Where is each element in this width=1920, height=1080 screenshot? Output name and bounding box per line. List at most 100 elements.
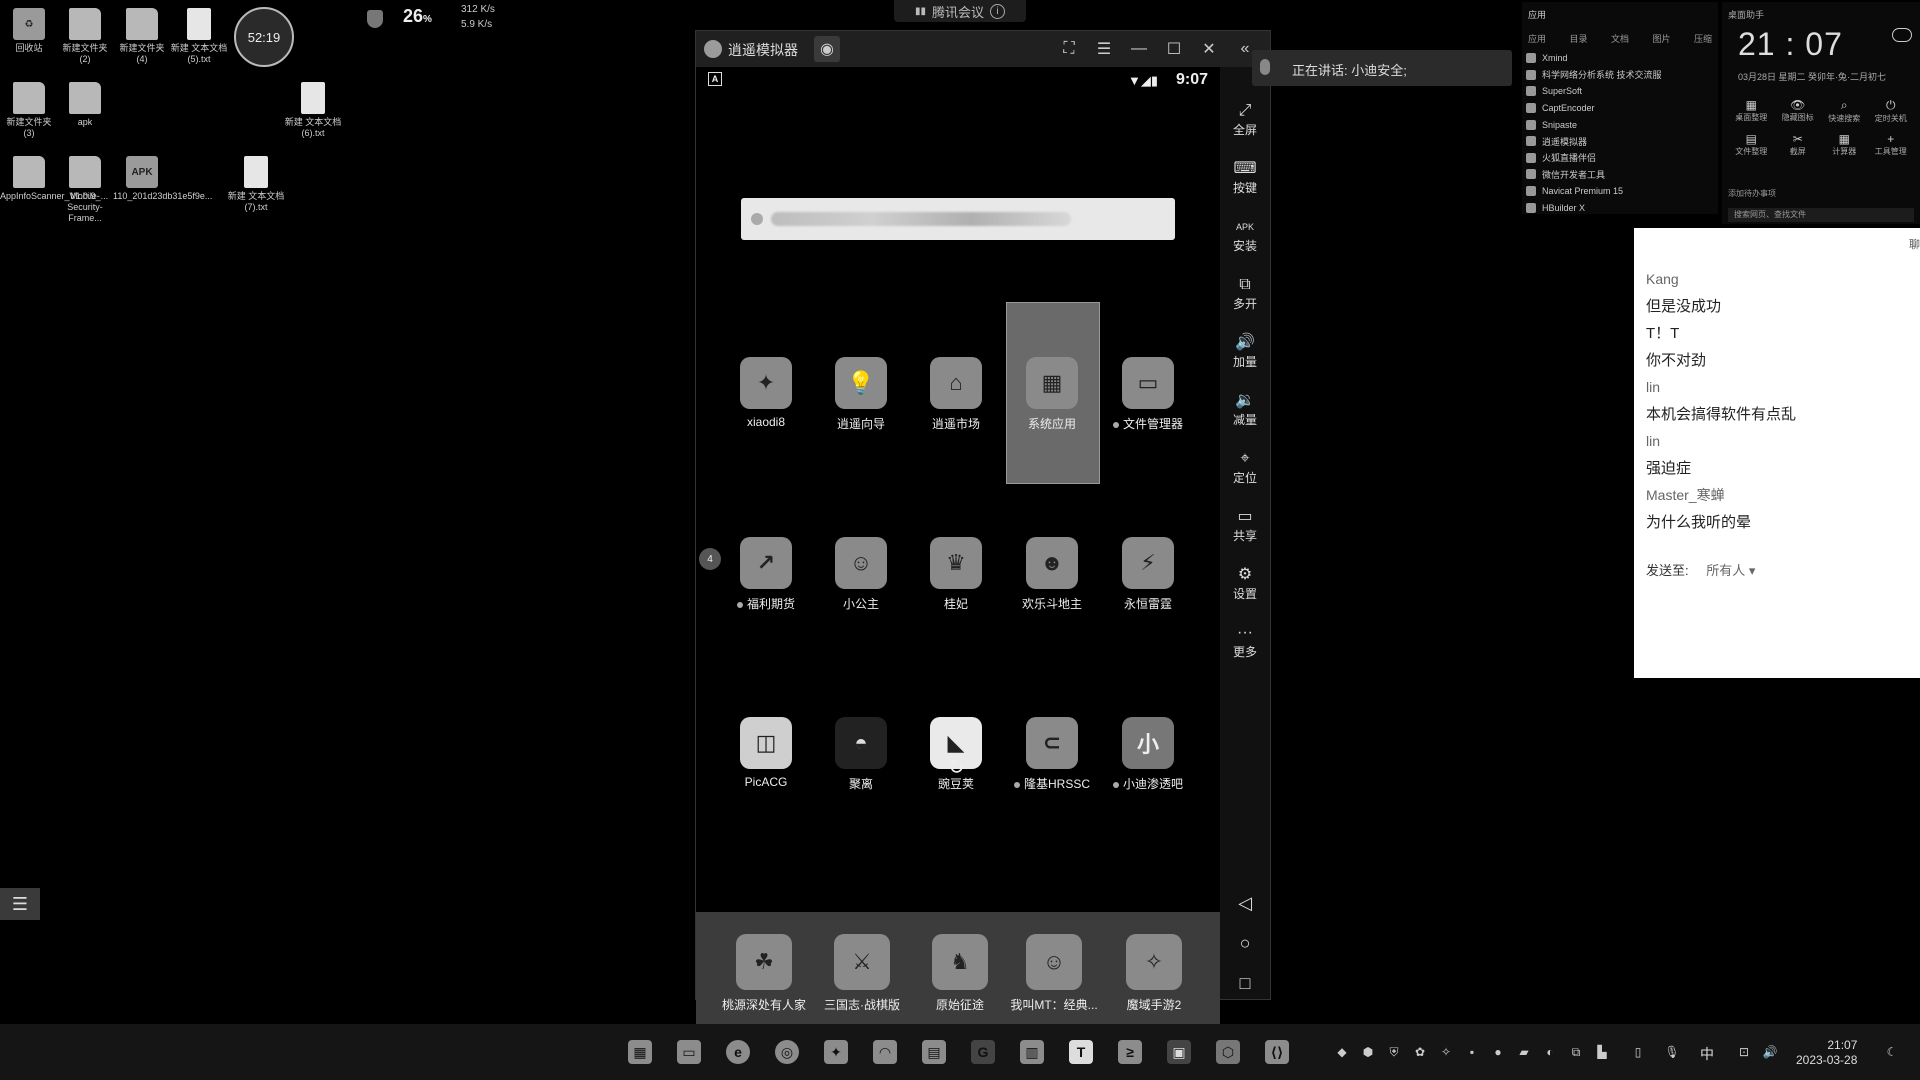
list-item[interactable]: HBuilder X	[1526, 199, 1662, 216]
page-indicator[interactable]: 4	[699, 548, 721, 570]
desktop-icon-file[interactable]: 新建 文本文档 (6).txt	[284, 82, 342, 139]
sidebar-settings[interactable]: ⚙ 设置	[1220, 565, 1270, 602]
taskbar-document-icon[interactable]: ▥	[1020, 1040, 1044, 1064]
sidebar-more[interactable]: ··· 更多	[1220, 623, 1270, 660]
list-item[interactable]: Snipaste	[1526, 116, 1662, 133]
list-item[interactable]: 科学网络分析系统 技术交流服	[1526, 67, 1662, 84]
dock-app-wojiaomt[interactable]: ☺ 我叫MT：经典...	[1006, 934, 1102, 1013]
nav-home-icon[interactable]: ○	[1220, 933, 1270, 954]
app-guifei[interactable]: ♛ 桂妃	[916, 537, 996, 612]
sidebar-volume-down[interactable]: 🔉 减量	[1220, 391, 1270, 428]
search-widget[interactable]	[741, 198, 1175, 240]
app-juli[interactable]: ◓ 聚离	[821, 717, 901, 792]
sidebar-multi-instance[interactable]: ⧉ 多开	[1220, 275, 1270, 312]
app-xiaoyao-guide[interactable]: 💡 逍遥向导	[821, 357, 901, 432]
refresh-icon[interactable]: ↻	[948, 755, 965, 780]
taskbar-typora-icon[interactable]: T	[1069, 1040, 1093, 1064]
tray-app-icon[interactable]: ◐	[1542, 1044, 1558, 1060]
nav-recents-icon[interactable]: □	[1220, 973, 1270, 994]
taskbar-app-manager-icon[interactable]: ▦	[628, 1040, 652, 1064]
desktop-icon-folder[interactable]: 新建文件夹 (3)	[0, 82, 58, 139]
app-picacg[interactable]: ◫ PicACG	[726, 717, 806, 789]
desktop-icon-file[interactable]: 新建 文本文档 (5).txt	[170, 8, 228, 65]
app-xiaodi8[interactable]: ✦ xiaodi8	[726, 357, 806, 429]
close-icon[interactable]: ✕	[1196, 36, 1222, 62]
tray-app-icon[interactable]: ▰	[1516, 1044, 1532, 1060]
app-eternal-thunder[interactable]: ⚡ 永恒雷霆	[1108, 537, 1188, 612]
taskbar-meeting-icon[interactable]: ◠	[873, 1040, 897, 1064]
chat-header-tab[interactable]: 聊	[1909, 236, 1920, 252]
desktop-icon-recycle-bin[interactable]: ♻ 回收站	[0, 8, 58, 54]
tab-folders[interactable]: 目录	[1569, 32, 1587, 45]
add-todo-link[interactable]: 添加待办事项	[1728, 188, 1776, 199]
taskbar-emulator-icon[interactable]: ⬡	[1216, 1040, 1240, 1064]
desktop-icon-folder[interactable]: 新建文件夹 (4)	[113, 8, 171, 65]
tray-network-icon[interactable]: ⊡	[1736, 1044, 1752, 1060]
desktop-icon-file[interactable]: 新建 文本文档 (7).txt	[227, 156, 285, 213]
timer-widget[interactable]: 52:19	[234, 7, 294, 67]
dock-app-yuanshi-zhengtu[interactable]: ♞ 原始征途	[914, 934, 1006, 1013]
send-to-dropdown[interactable]: 所有人 ▾	[1706, 563, 1755, 578]
list-item[interactable]: 微信开发者工具	[1526, 166, 1662, 183]
app-longi-hrssc[interactable]: ⊂ 隆基HRSSC	[1012, 717, 1092, 792]
sidebar-keymap[interactable]: ⌨ 按键	[1220, 159, 1270, 196]
tab-archives[interactable]: 压缩	[1694, 32, 1712, 45]
emulator-title-bar[interactable]: 逍遥模拟器 ◉ ⛶ ☰ — ☐ ✕ «	[696, 31, 1270, 67]
list-item[interactable]: SuperSoft	[1526, 83, 1662, 100]
app-doudizhu[interactable]: ☻ 欢乐斗地主	[1012, 537, 1092, 612]
tool-manage[interactable]: + 工具管理	[1868, 132, 1915, 157]
tool-file-organize[interactable]: ▤ 文件整理	[1728, 132, 1775, 157]
app-xiaoyao-market[interactable]: ⌂ 逍遥市场	[916, 357, 996, 432]
tray-shield-icon[interactable]: ⛨	[1386, 1044, 1402, 1060]
sidebar-volume-up[interactable]: 🔊 加量	[1220, 333, 1270, 370]
list-item[interactable]: CaptEncoder	[1526, 100, 1662, 117]
tray-app-icon[interactable]: ⧉	[1568, 1044, 1584, 1060]
tab-docs[interactable]: 文档	[1611, 32, 1629, 45]
tray-battery-icon[interactable]: ▯	[1630, 1044, 1646, 1060]
app-little-princess[interactable]: ☺ 小公主	[821, 537, 901, 612]
sidebar-install-apk[interactable]: APK 安装	[1220, 217, 1270, 254]
desktop-icon-folder[interactable]: AppInfoScanner_V1.0.9_...	[0, 156, 108, 202]
maximize-icon[interactable]: ☐	[1161, 36, 1187, 62]
sidebar-share[interactable]: ▭ 共享	[1220, 507, 1270, 544]
moon-icon[interactable]: ☾	[1884, 1044, 1900, 1060]
tab-apps[interactable]: 应用	[1528, 32, 1546, 45]
tool-quick-search[interactable]: ⌕ 快速搜索	[1821, 98, 1868, 124]
taskbar-tool-icon[interactable]: ✦	[824, 1040, 848, 1064]
taskbar-terminal-icon[interactable]: ≥	[1118, 1040, 1142, 1064]
desktop-icon-folder[interactable]: Mobile-Security-Frame...	[56, 156, 114, 224]
meeting-top-bar[interactable]: ▮▮ 腾讯会议 i	[894, 0, 1026, 22]
app-file-manager[interactable]: ▭ 文件管理器	[1108, 357, 1188, 432]
tray-app-icon[interactable]: ◆	[1334, 1044, 1350, 1060]
desktop-icon-folder[interactable]: apk	[56, 82, 114, 128]
dock-app-taoyuan[interactable]: ☘ 桃源深处有人家	[716, 934, 812, 1013]
taskbar-edge-icon[interactable]: e	[726, 1040, 750, 1064]
minimize-icon[interactable]: —	[1126, 36, 1152, 62]
menu-icon[interactable]: ☰	[1091, 36, 1117, 62]
tool-calculator[interactable]: ▦ 计算器	[1821, 132, 1868, 157]
taskbar-vscode-icon[interactable]: ⟨⟩	[1265, 1040, 1289, 1064]
taskbar-clock[interactable]: 21:07 2023-03-28	[1796, 1038, 1857, 1068]
tray-volume-icon[interactable]: 🔊	[1762, 1044, 1778, 1060]
taskbar-notes-icon[interactable]: ▤	[922, 1040, 946, 1064]
info-icon[interactable]: i	[990, 3, 1006, 19]
tray-microphone-icon[interactable]: 🎙	[1664, 1044, 1680, 1060]
taskbar-app-icon[interactable]: G	[971, 1040, 995, 1064]
taskbar-chrome-icon[interactable]: ◎	[775, 1040, 799, 1064]
list-item[interactable]: 逍遥模拟器	[1526, 133, 1662, 150]
assistant-search-input[interactable]: 搜索网页、查找文件	[1728, 208, 1914, 222]
tool-desktop-organize[interactable]: ▦ 桌面整理	[1728, 98, 1775, 124]
app-system-apps[interactable]: ▦ 系统应用	[1012, 357, 1092, 432]
tray-app-icon[interactable]: ▪	[1464, 1044, 1480, 1060]
app-xiaodi-pentest[interactable]: 小 小迪渗透吧	[1108, 717, 1188, 792]
sidebar-fullscreen[interactable]: ⤢ 全屏	[1220, 101, 1270, 138]
tool-scheduled-shutdown[interactable]: ⏻ 定时关机	[1868, 98, 1915, 124]
tray-app-icon[interactable]: ●	[1490, 1044, 1506, 1060]
tray-app-icon[interactable]: ✧	[1438, 1044, 1454, 1060]
desktop-icon-apk[interactable]: APK 110_201d23db31e5f9e...	[113, 156, 212, 202]
dock-app-sanguozhi[interactable]: ⚔ 三国志·战棋版	[814, 934, 910, 1013]
tray-app-icon[interactable]: ⬢	[1360, 1044, 1376, 1060]
tray-app-icon[interactable]: ▙	[1594, 1044, 1610, 1060]
screenshot-icon[interactable]: ⛶	[1056, 36, 1082, 62]
tray-gear-icon[interactable]: ✿	[1412, 1044, 1428, 1060]
